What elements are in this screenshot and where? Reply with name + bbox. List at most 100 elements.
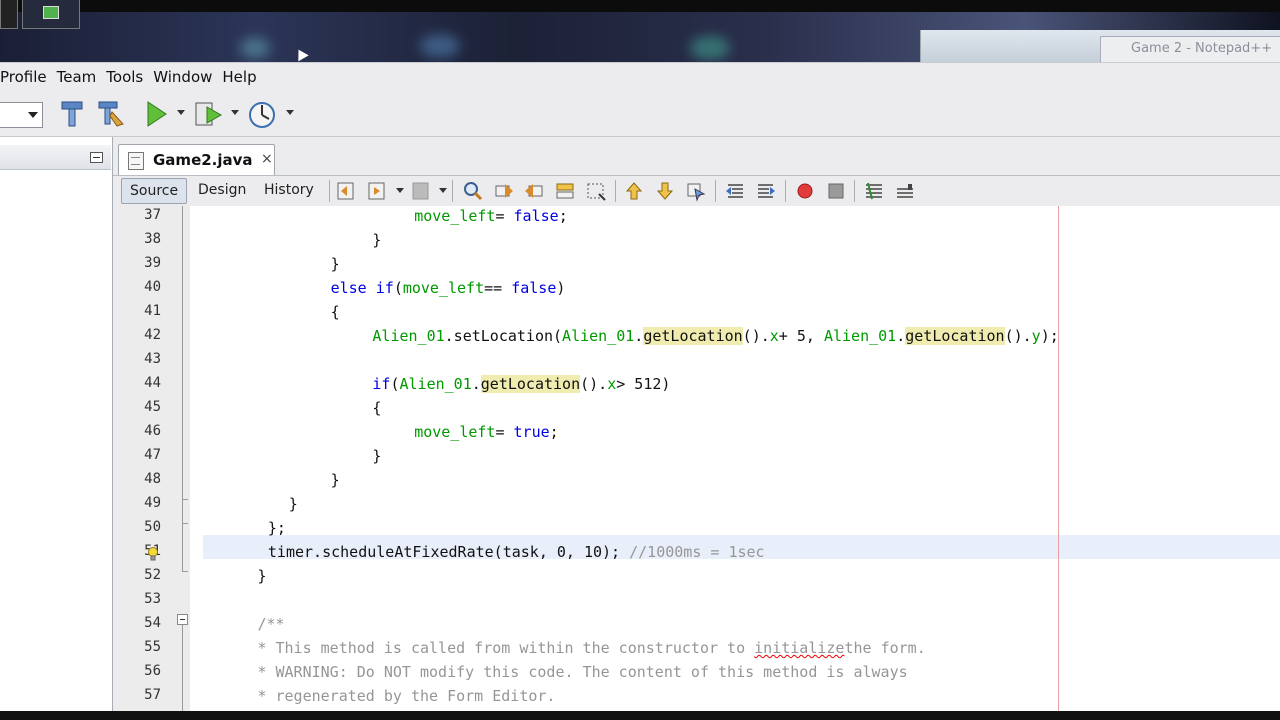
fold-end-tick bbox=[182, 571, 188, 572]
chevron-down-icon[interactable] bbox=[231, 110, 239, 115]
code-token: } bbox=[330, 471, 340, 489]
code-token: move_left bbox=[402, 279, 485, 297]
code-token: Alien_01 bbox=[399, 375, 472, 393]
shift-right-icon[interactable] bbox=[755, 180, 777, 202]
find-next-icon[interactable] bbox=[523, 180, 545, 202]
code-token: * This method is called from within the … bbox=[257, 639, 755, 657]
code-line: * This method is called from within the … bbox=[257, 636, 925, 660]
tab-source[interactable]: Source bbox=[121, 178, 188, 204]
code-token: { bbox=[372, 399, 382, 417]
code-editor[interactable]: move_left= false;}} else if(move_left== f… bbox=[190, 206, 1280, 720]
code-token: timer.scheduleAtFixedRate(task, 0, 10); bbox=[267, 543, 630, 561]
clean-build-icon[interactable] bbox=[95, 98, 127, 130]
code-token: y bbox=[1031, 327, 1041, 345]
code-line: { bbox=[331, 300, 340, 324]
line-number: 46 bbox=[144, 423, 161, 439]
code-token: false bbox=[511, 279, 557, 297]
code-line: } bbox=[331, 252, 340, 276]
run-icon[interactable] bbox=[140, 98, 172, 130]
code-token: } bbox=[288, 495, 298, 513]
code-token: getLocation bbox=[480, 375, 581, 393]
next-bookmark-icon[interactable] bbox=[654, 180, 676, 202]
code-line: timer.scheduleAtFixedRate(task, 0, 10); … bbox=[268, 540, 765, 564]
separator bbox=[854, 180, 855, 202]
line-number: 54 bbox=[144, 615, 161, 631]
menu-window[interactable]: Window bbox=[153, 68, 218, 86]
panel-header bbox=[0, 145, 111, 170]
code-token: ; bbox=[549, 423, 559, 441]
lightbulb-hint-icon[interactable] bbox=[147, 547, 159, 561]
taskbar-button[interactable] bbox=[0, 0, 18, 29]
code-line: }; bbox=[268, 516, 286, 540]
chevron-down-icon[interactable] bbox=[396, 188, 404, 193]
separator bbox=[615, 180, 616, 202]
code-line: } bbox=[372, 228, 381, 252]
menu-team[interactable]: Team bbox=[57, 68, 103, 86]
code-line: if(Alien_01.getLocation().x> 512) bbox=[372, 372, 670, 396]
uncomment-icon[interactable] bbox=[894, 180, 916, 202]
toggle-highlight-icon[interactable] bbox=[585, 180, 607, 202]
menu-tools[interactable]: Tools bbox=[106, 68, 149, 86]
line-number: 38 bbox=[144, 231, 161, 247]
find-previous-icon[interactable] bbox=[493, 180, 515, 202]
menu-help[interactable]: Help bbox=[222, 68, 262, 86]
find-icon[interactable] bbox=[462, 180, 484, 202]
chevron-down-icon[interactable] bbox=[177, 110, 185, 115]
minimize-icon[interactable] bbox=[90, 152, 103, 163]
toggle-bookmark-icon[interactable] bbox=[685, 180, 707, 202]
menu-profile[interactable]: Profile bbox=[0, 68, 53, 86]
build-hammer-icon[interactable] bbox=[56, 98, 88, 130]
line-number: 48 bbox=[144, 471, 161, 487]
taskbar-button-app[interactable] bbox=[22, 0, 80, 29]
stop-macro-recording-icon[interactable] bbox=[825, 180, 847, 202]
find-selection-icon[interactable] bbox=[554, 180, 576, 202]
desktop-glow bbox=[240, 38, 270, 58]
code-token: (). bbox=[742, 327, 770, 345]
code-token: ; bbox=[558, 207, 568, 225]
background-window-notepad[interactable]: Game 2 - Notepad++ bbox=[1100, 36, 1280, 62]
code-token: initialize bbox=[754, 639, 845, 657]
code-line: } bbox=[372, 444, 381, 468]
profile-icon[interactable] bbox=[246, 98, 278, 130]
start-macro-recording-icon[interactable] bbox=[794, 180, 816, 202]
tab-design[interactable]: Design bbox=[190, 178, 254, 202]
chevron-down-icon[interactable] bbox=[439, 188, 447, 193]
code-line: else if(move_left== false) bbox=[331, 276, 566, 300]
previous-bookmark-icon[interactable] bbox=[623, 180, 645, 202]
code-token: Alien_01 bbox=[562, 327, 635, 345]
comment-icon[interactable] bbox=[863, 180, 885, 202]
back-icon[interactable] bbox=[366, 180, 388, 202]
fold-collapse-icon[interactable] bbox=[177, 614, 188, 625]
code-token: > 512) bbox=[616, 375, 671, 393]
code-token: } bbox=[372, 231, 382, 249]
code-token: .setLocation( bbox=[444, 327, 563, 345]
tab-game2-java[interactable]: Game2.java × bbox=[118, 144, 275, 175]
shift-left-icon[interactable] bbox=[724, 180, 746, 202]
fold-end-tick bbox=[182, 523, 188, 524]
editor-toolbar: Source Design History bbox=[113, 175, 1280, 207]
desktop-background: Game 2 - Notepad++ bbox=[0, 0, 1280, 62]
forward-icon[interactable] bbox=[410, 180, 432, 202]
tab-history[interactable]: History bbox=[256, 178, 322, 202]
line-number: 42 bbox=[144, 327, 161, 343]
fold-guide-line bbox=[182, 206, 183, 572]
editor-tab-strip: Game2.java × bbox=[113, 137, 1280, 175]
java-file-icon bbox=[128, 152, 144, 170]
code-line: { bbox=[372, 396, 381, 420]
close-tab-icon[interactable]: × bbox=[261, 151, 273, 167]
line-number: 55 bbox=[144, 639, 161, 655]
line-number: 52 bbox=[144, 567, 161, 583]
code-token: the form. bbox=[844, 639, 926, 657]
debug-icon[interactable] bbox=[193, 98, 225, 130]
chevron-down-icon bbox=[28, 112, 38, 118]
line-number: 45 bbox=[144, 399, 161, 415]
menu-bar: Profile Team Tools Window Help bbox=[0, 62, 1280, 91]
last-edit-icon[interactable] bbox=[335, 180, 357, 202]
line-number-gutter: 3738394041424344454647484950515253545556… bbox=[113, 206, 190, 720]
code-token: (). bbox=[580, 375, 608, 393]
code-line: Alien_01.setLocation(Alien_01.getLocatio… bbox=[372, 324, 1059, 348]
code-token: //1000ms = 1sec bbox=[629, 543, 765, 561]
chevron-down-icon[interactable] bbox=[286, 110, 294, 115]
configuration-select[interactable] bbox=[0, 102, 43, 128]
separator bbox=[452, 180, 453, 202]
